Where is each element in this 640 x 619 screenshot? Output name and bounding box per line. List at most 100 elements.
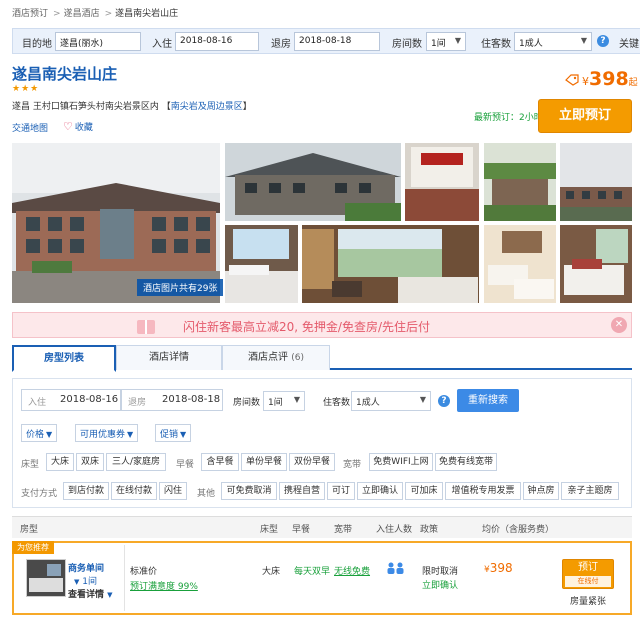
bed-type-option[interactable]: 大床 bbox=[46, 453, 74, 471]
help-icon[interactable]: ? bbox=[438, 395, 450, 407]
broadband-option[interactable]: 免费WIFI上网 bbox=[369, 453, 433, 471]
hotel-photo-4[interactable] bbox=[484, 143, 556, 221]
col-average-price: 均价（含服务费） bbox=[482, 525, 555, 535]
hotel-photo-9[interactable] bbox=[560, 225, 632, 303]
room-availability-status: 房量紧张 bbox=[570, 597, 607, 607]
room-filter-panel: 入住 2018-08-16 退房 2018-08-18 房间数 1间 ▼ 住客数 … bbox=[12, 378, 632, 508]
other-option[interactable]: 可订 bbox=[327, 482, 355, 500]
filter-guests-label: 住客数 bbox=[323, 398, 351, 408]
checkin-label: 入住 bbox=[152, 39, 172, 50]
photo-count-badge[interactable]: 酒店图片共有29张 bbox=[137, 279, 224, 296]
breadcrumb-link-suichang-hotels[interactable]: 遂昌酒店 bbox=[64, 9, 100, 19]
hotel-photo-5[interactable] bbox=[560, 143, 632, 221]
room-thumbnail[interactable] bbox=[26, 559, 66, 597]
rate-plan-name: 标准价 bbox=[130, 567, 158, 577]
col-bed-type: 床型 bbox=[260, 525, 279, 535]
payment-label: 支付方式 bbox=[21, 489, 58, 499]
other-option[interactable]: 可加床 bbox=[405, 482, 443, 500]
bed-type-option[interactable]: 三人/家庭房 bbox=[106, 453, 166, 471]
breadcrumb-separator: > bbox=[53, 9, 61, 19]
other-label: 其他 bbox=[197, 489, 216, 499]
map-link[interactable]: 交通地图 bbox=[12, 121, 48, 134]
hotel-photo-2[interactable] bbox=[225, 143, 401, 221]
checkout-label: 退房 bbox=[271, 39, 291, 50]
hotel-photo-3[interactable] bbox=[405, 143, 479, 221]
chevron-down-icon: ▼ bbox=[127, 430, 134, 439]
payment-option[interactable]: 闪住 bbox=[159, 482, 187, 500]
col-policy: 政策 bbox=[420, 525, 439, 535]
tab-room-list[interactable]: 房型列表 bbox=[12, 345, 116, 372]
other-option[interactable]: 携程自营 bbox=[279, 482, 325, 500]
recommend-badge: 为您推荐 bbox=[12, 541, 54, 554]
room-view-image bbox=[302, 225, 479, 303]
filter-guests-value: 1成人 bbox=[356, 398, 380, 408]
room-name[interactable]: 商务单间 bbox=[68, 561, 104, 574]
other-option[interactable]: 亲子主题房 bbox=[561, 482, 619, 500]
detail-tabs: 房型列表 酒店详情 酒店点评 (6) bbox=[12, 345, 632, 372]
payment-option[interactable]: 到店付款 bbox=[63, 482, 109, 500]
review-count: (6) bbox=[291, 353, 304, 363]
other-option[interactable]: 增值税专用发票 bbox=[445, 482, 521, 500]
hotel-name: 遂昌南尖岩山庄 bbox=[12, 65, 118, 83]
filter-rooms-label: 房间数 bbox=[233, 398, 261, 408]
hotel-garden-image bbox=[484, 143, 556, 221]
favorite-button[interactable]: ♡ 收藏 bbox=[63, 120, 93, 133]
favorite-label: 收藏 bbox=[74, 123, 93, 133]
rooms-select[interactable]: 1间 ▼ bbox=[426, 32, 466, 51]
room-thumbnail-image bbox=[27, 560, 65, 596]
area-link[interactable]: 南尖岩及周边景区 bbox=[171, 102, 243, 112]
broadband-option[interactable]: 免费有线宽带 bbox=[435, 453, 497, 471]
promo-text: 闪住新客最高立减20, 免押金/免查房/先住后付 bbox=[183, 320, 430, 334]
breakfast-option[interactable]: 单份早餐 bbox=[241, 453, 287, 471]
keyword-label: 关键 bbox=[619, 39, 639, 50]
col-broadband: 宽带 bbox=[334, 525, 353, 535]
filter-guests-select[interactable]: 1成人 ▼ bbox=[351, 391, 431, 411]
room-price-value: 398 bbox=[489, 561, 513, 575]
bed-type-option[interactable]: 双床 bbox=[76, 453, 104, 471]
breakfast-option[interactable]: 双份早餐 bbox=[289, 453, 335, 471]
filter-checkin-input[interactable]: 入住 2018-08-16 bbox=[21, 389, 121, 411]
address-text: 遂昌 王村口镇石笋头村南尖岩景区内 bbox=[12, 102, 159, 112]
col-breakfast: 早餐 bbox=[292, 525, 311, 535]
book-room-button[interactable]: 预订 在线付 bbox=[562, 559, 614, 589]
hotel-photo-6[interactable] bbox=[225, 225, 298, 303]
checkout-date-input[interactable]: 2018-08-18 bbox=[294, 32, 380, 51]
price-dropdown[interactable]: 价格 ▼ bbox=[21, 424, 58, 442]
destination-input[interactable]: 遂昌(丽水) bbox=[55, 32, 141, 51]
chevron-down-icon: ▼ bbox=[293, 395, 300, 404]
filter-checkin-label: 入住 bbox=[28, 398, 47, 408]
promo-banner[interactable]: 闪住 闪住新客最高立减20, 免押金/免查房/先住后付 ✕ bbox=[12, 312, 632, 338]
breadcrumb-link-hotel-booking[interactable]: 酒店预订 bbox=[12, 9, 48, 19]
other-option[interactable]: 立即确认 bbox=[357, 482, 403, 500]
filter-rooms-value: 1间 bbox=[268, 398, 283, 408]
payment-option[interactable]: 在线付款 bbox=[111, 482, 157, 500]
cancel-policy[interactable]: 限时取消 bbox=[422, 564, 458, 577]
filter-checkout-value: 2018-08-18 bbox=[162, 394, 221, 405]
view-details-link[interactable]: 查看详情 ▼ bbox=[68, 587, 113, 600]
hotel-photo-7[interactable] bbox=[302, 225, 479, 303]
other-option[interactable]: 钟点房 bbox=[523, 482, 559, 500]
close-icon[interactable]: ✕ bbox=[611, 317, 627, 333]
heart-icon: ♡ bbox=[63, 120, 73, 133]
filter-checkout-input[interactable]: 退房 2018-08-18 bbox=[121, 389, 223, 411]
checkin-date-input[interactable]: 2018-08-16 bbox=[175, 32, 259, 51]
tab-hotel-details[interactable]: 酒店详情 bbox=[116, 345, 222, 370]
rooms-value: 1间 bbox=[431, 39, 446, 49]
tab-hotel-reviews[interactable]: 酒店点评 (6) bbox=[222, 345, 330, 370]
filter-rooms-select[interactable]: 1间 ▼ bbox=[263, 391, 305, 411]
price-currency: ¥ bbox=[582, 75, 589, 88]
help-icon[interactable]: ? bbox=[597, 35, 609, 47]
hotel-photo-8[interactable] bbox=[484, 225, 556, 303]
re-search-button[interactable]: 重新搜索 bbox=[457, 389, 519, 412]
guests-select[interactable]: 1成人 ▼ bbox=[514, 32, 592, 51]
gift-icon bbox=[137, 320, 155, 334]
promotion-dropdown[interactable]: 促销 ▼ bbox=[155, 424, 192, 442]
booking-satisfaction: 预订满意度 99% bbox=[130, 582, 198, 592]
row-divider bbox=[124, 545, 125, 611]
book-room-label: 预订 bbox=[578, 562, 598, 573]
coupon-dropdown[interactable]: 可用优惠券 ▼ bbox=[75, 424, 139, 442]
filter-checkin-value: 2018-08-16 bbox=[60, 394, 119, 405]
other-option[interactable]: 可免费取消 bbox=[221, 482, 277, 500]
book-now-button[interactable]: 立即预订 bbox=[538, 99, 632, 133]
breakfast-option[interactable]: 含早餐 bbox=[201, 453, 239, 471]
